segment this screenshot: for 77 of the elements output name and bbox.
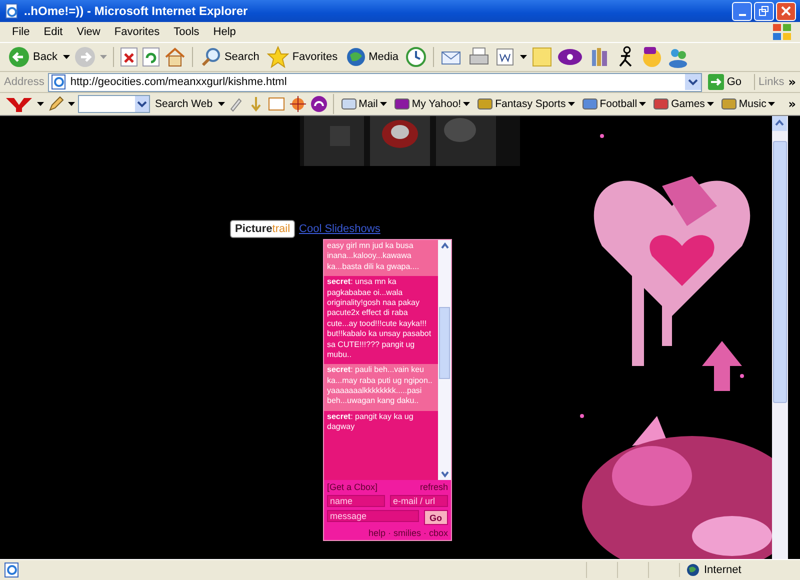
url-text: http://geocities.com/meanxxgurl/kishme.html <box>70 76 288 88</box>
search-button[interactable]: Search <box>199 47 262 67</box>
favorites-button[interactable]: Favorites <box>265 46 340 68</box>
caret-icon <box>768 102 776 106</box>
toolbar-menu-button[interactable]: Mail <box>338 97 389 111</box>
printer-icon[interactable] <box>468 47 490 67</box>
caret-icon <box>568 102 575 106</box>
people-icon[interactable] <box>666 46 689 68</box>
yahoo-logo-icon[interactable] <box>4 95 34 113</box>
refresh-icon[interactable] <box>142 47 160 67</box>
restore-button[interactable] <box>754 2 774 20</box>
star-icon <box>267 46 290 68</box>
minimize-button[interactable] <box>732 2 752 20</box>
crosshair-icon[interactable] <box>288 95 307 113</box>
restore-icon <box>759 6 769 16</box>
menu-item[interactable]: Tools <box>168 26 206 38</box>
scrollbar[interactable] <box>772 116 788 559</box>
menu-item[interactable]: View <box>70 26 106 38</box>
chat-message: secret: pauli beh...vain keu ka...may raba puti ug ngipon.. yaaaaaaalkkkkkkkk.....pasi beh...uwagan kang daku.. <box>324 364 438 411</box>
window-icon[interactable] <box>268 96 286 112</box>
toolbar-menu-button[interactable]: Music <box>718 97 778 111</box>
address-label: Address <box>4 76 44 88</box>
message-field[interactable]: message <box>327 510 419 522</box>
smiley-icon[interactable] <box>640 46 663 68</box>
home-icon[interactable] <box>164 47 186 67</box>
headphones-icon[interactable] <box>310 95 328 113</box>
zone-text: Internet <box>704 564 742 576</box>
word-document-icon[interactable] <box>494 47 516 67</box>
caret-icon <box>463 102 470 106</box>
stop-icon[interactable] <box>120 47 138 67</box>
toolbar-menu-button[interactable]: Football <box>580 97 648 111</box>
caret-icon <box>380 102 387 106</box>
toolbar-menu-button[interactable]: Games <box>651 97 716 111</box>
media-button[interactable]: Media <box>344 47 401 67</box>
minimize-icon <box>738 14 746 16</box>
windows-logo-icon <box>772 23 792 41</box>
history-icon[interactable] <box>404 46 427 68</box>
menu-item[interactable]: Help <box>207 26 242 38</box>
back-button[interactable]: Back <box>6 46 60 68</box>
search-web-button[interactable]: Search Web <box>153 98 215 110</box>
pencil-icon[interactable] <box>47 95 65 113</box>
scrollbar[interactable] <box>438 240 451 480</box>
window-title: ..hOme!=)) - Microsoft Internet Explorer <box>24 4 248 18</box>
go-button[interactable]: Go <box>424 510 448 525</box>
page-icon <box>51 74 68 90</box>
search-icon <box>201 47 222 67</box>
chat-message: secret: unsa mn ka pagkababae oi...wala originality!gosh naa pakay pacute2x effect di raba cute...ay tood!!!cute kayka!!! but!!kabalo ka unsay pasabot sa CUTE!!!??? pangit ug mubu.. <box>324 276 438 364</box>
search-field[interactable] <box>78 95 150 113</box>
menu-item[interactable]: Favorites <box>108 26 166 38</box>
toolbar-menu-button[interactable]: My Yahoo! <box>392 97 472 111</box>
yahoo-messenger-icon[interactable] <box>556 47 585 67</box>
globe-icon <box>346 47 366 67</box>
globe-icon <box>686 563 700 577</box>
email-field[interactable]: e-mail / url <box>390 495 448 507</box>
caret-icon[interactable] <box>218 102 225 106</box>
caret-icon[interactable] <box>520 55 527 59</box>
chat-message: easy girl mn jud ka busa inana...kalooy...kawawa ka...basta dili ka gwapa.... <box>324 240 438 276</box>
caret-icon <box>639 102 646 106</box>
picturetrail-logo[interactable]: Picturetrail <box>230 220 296 238</box>
caret-icon[interactable] <box>63 55 70 59</box>
name-field[interactable]: name <box>327 495 385 507</box>
caret-icon[interactable] <box>37 102 44 106</box>
go-button[interactable]: Go <box>706 74 750 90</box>
page-icon <box>4 562 20 578</box>
slideshows-link[interactable]: Cool Slideshows <box>299 223 380 235</box>
caret-icon[interactable] <box>68 102 75 106</box>
address-field[interactable]: http://geocities.com/meanxxgurl/kishme.html <box>48 72 702 92</box>
scroll-up-icon[interactable] <box>772 116 787 131</box>
menu-item[interactable]: File <box>6 26 36 38</box>
menu-item[interactable]: Edit <box>38 26 69 38</box>
toolbar-menu-button[interactable]: Fantasy Sports <box>475 97 577 111</box>
caret-icon <box>706 102 714 106</box>
page-icon <box>4 3 20 19</box>
chevron-icon[interactable]: » <box>788 75 796 89</box>
close-button[interactable] <box>776 2 796 20</box>
close-icon <box>781 6 791 16</box>
chevron-icon[interactable]: » <box>788 97 796 111</box>
